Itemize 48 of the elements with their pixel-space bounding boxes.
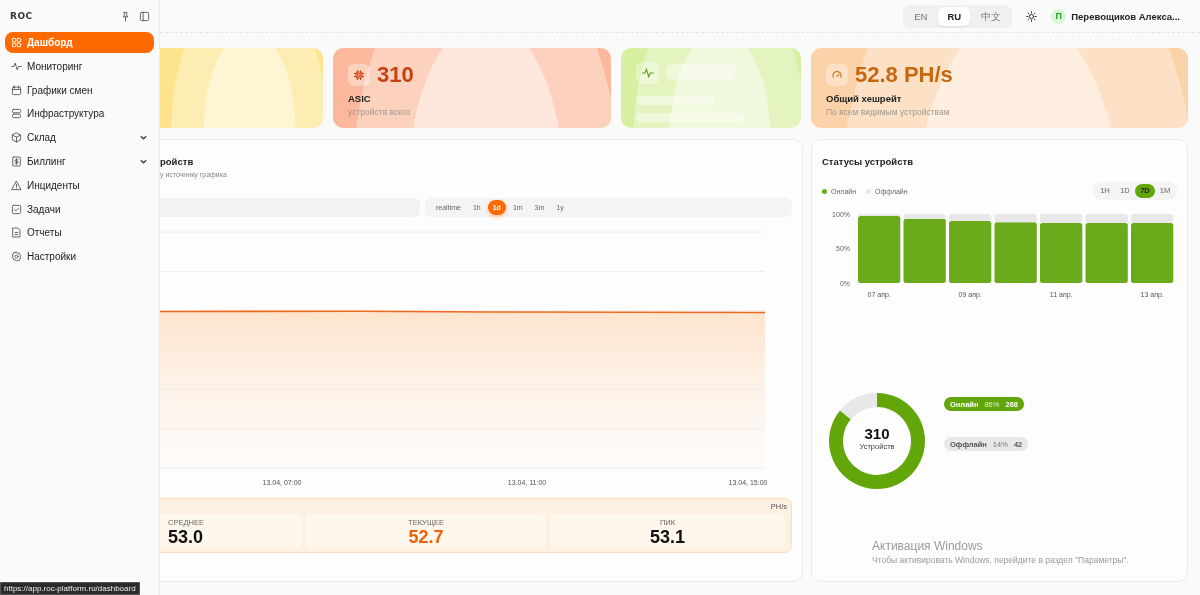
calendar-icon bbox=[11, 84, 22, 96]
stat-label: Общий хешрейт bbox=[826, 93, 903, 104]
user-name[interactable]: Перевощиков Алекса... bbox=[1071, 10, 1180, 22]
nav-item[interactable]: Инциденты bbox=[5, 174, 154, 196]
activation-title: Активация Windows bbox=[872, 539, 984, 553]
link-tooltip: https://app.roc-platform.ru/dashboard bbox=[0, 582, 140, 595]
stat-value: 310 bbox=[377, 62, 414, 88]
panel-title: Статусы устройств bbox=[822, 156, 914, 167]
checkbox-icon bbox=[11, 203, 22, 215]
warning-icon bbox=[11, 179, 22, 191]
donut-total: 310 bbox=[863, 425, 891, 442]
avatar[interactable]: П bbox=[1051, 8, 1067, 24]
stat-value: 52.8 PH/s bbox=[855, 62, 953, 88]
nav-item[interactable]: Склад bbox=[5, 127, 154, 149]
sun-icon[interactable] bbox=[1026, 10, 1038, 22]
gauge-icon bbox=[831, 69, 843, 81]
offline-slice bbox=[840, 393, 877, 420]
stat-value: 53.1 bbox=[648, 527, 686, 548]
stat-value: 53.0 bbox=[168, 527, 205, 548]
pulse-icon bbox=[11, 60, 22, 72]
dashboard-icon bbox=[11, 37, 22, 48]
stat-label: ASIC bbox=[348, 93, 372, 104]
stat-value: 52.7 bbox=[407, 527, 445, 548]
nav-item[interactable]: Инфраструктура bbox=[5, 103, 154, 125]
sidebar-toggle-icon[interactable] bbox=[139, 10, 150, 22]
language-tab[interactable]: EN bbox=[905, 6, 937, 26]
nav-item[interactable]: Биллинг bbox=[5, 151, 154, 172]
nav-item[interactable]: Графики смен bbox=[5, 79, 154, 101]
panel-title: ройств bbox=[160, 156, 195, 167]
activation-text: Чтобы активировать Windows, перейдите в раздел "Параметры". bbox=[872, 555, 1129, 565]
language-tab[interactable]: 中文 bbox=[972, 6, 1011, 26]
server-icon bbox=[11, 108, 22, 120]
logo: ROC bbox=[10, 11, 33, 21]
chip-icon bbox=[353, 69, 365, 81]
language-tab[interactable]: RU bbox=[938, 6, 971, 26]
stat-caption: По всем видимым устройствам bbox=[826, 107, 951, 117]
nav-item[interactable]: Отчеты bbox=[5, 222, 154, 244]
dollar-icon bbox=[11, 156, 22, 167]
nav-item[interactable]: Настройки bbox=[5, 246, 154, 268]
stat-caption: устройств всего bbox=[348, 107, 412, 117]
nav-item[interactable]: Задачи bbox=[5, 198, 154, 220]
document-icon bbox=[11, 227, 22, 239]
box-icon bbox=[11, 132, 22, 144]
settings-icon bbox=[11, 251, 22, 263]
loading-placeholder bbox=[666, 64, 736, 80]
pin-icon[interactable] bbox=[120, 10, 131, 22]
pulse-icon bbox=[641, 67, 654, 79]
nav-item[interactable]: Мониторинг bbox=[5, 55, 154, 77]
